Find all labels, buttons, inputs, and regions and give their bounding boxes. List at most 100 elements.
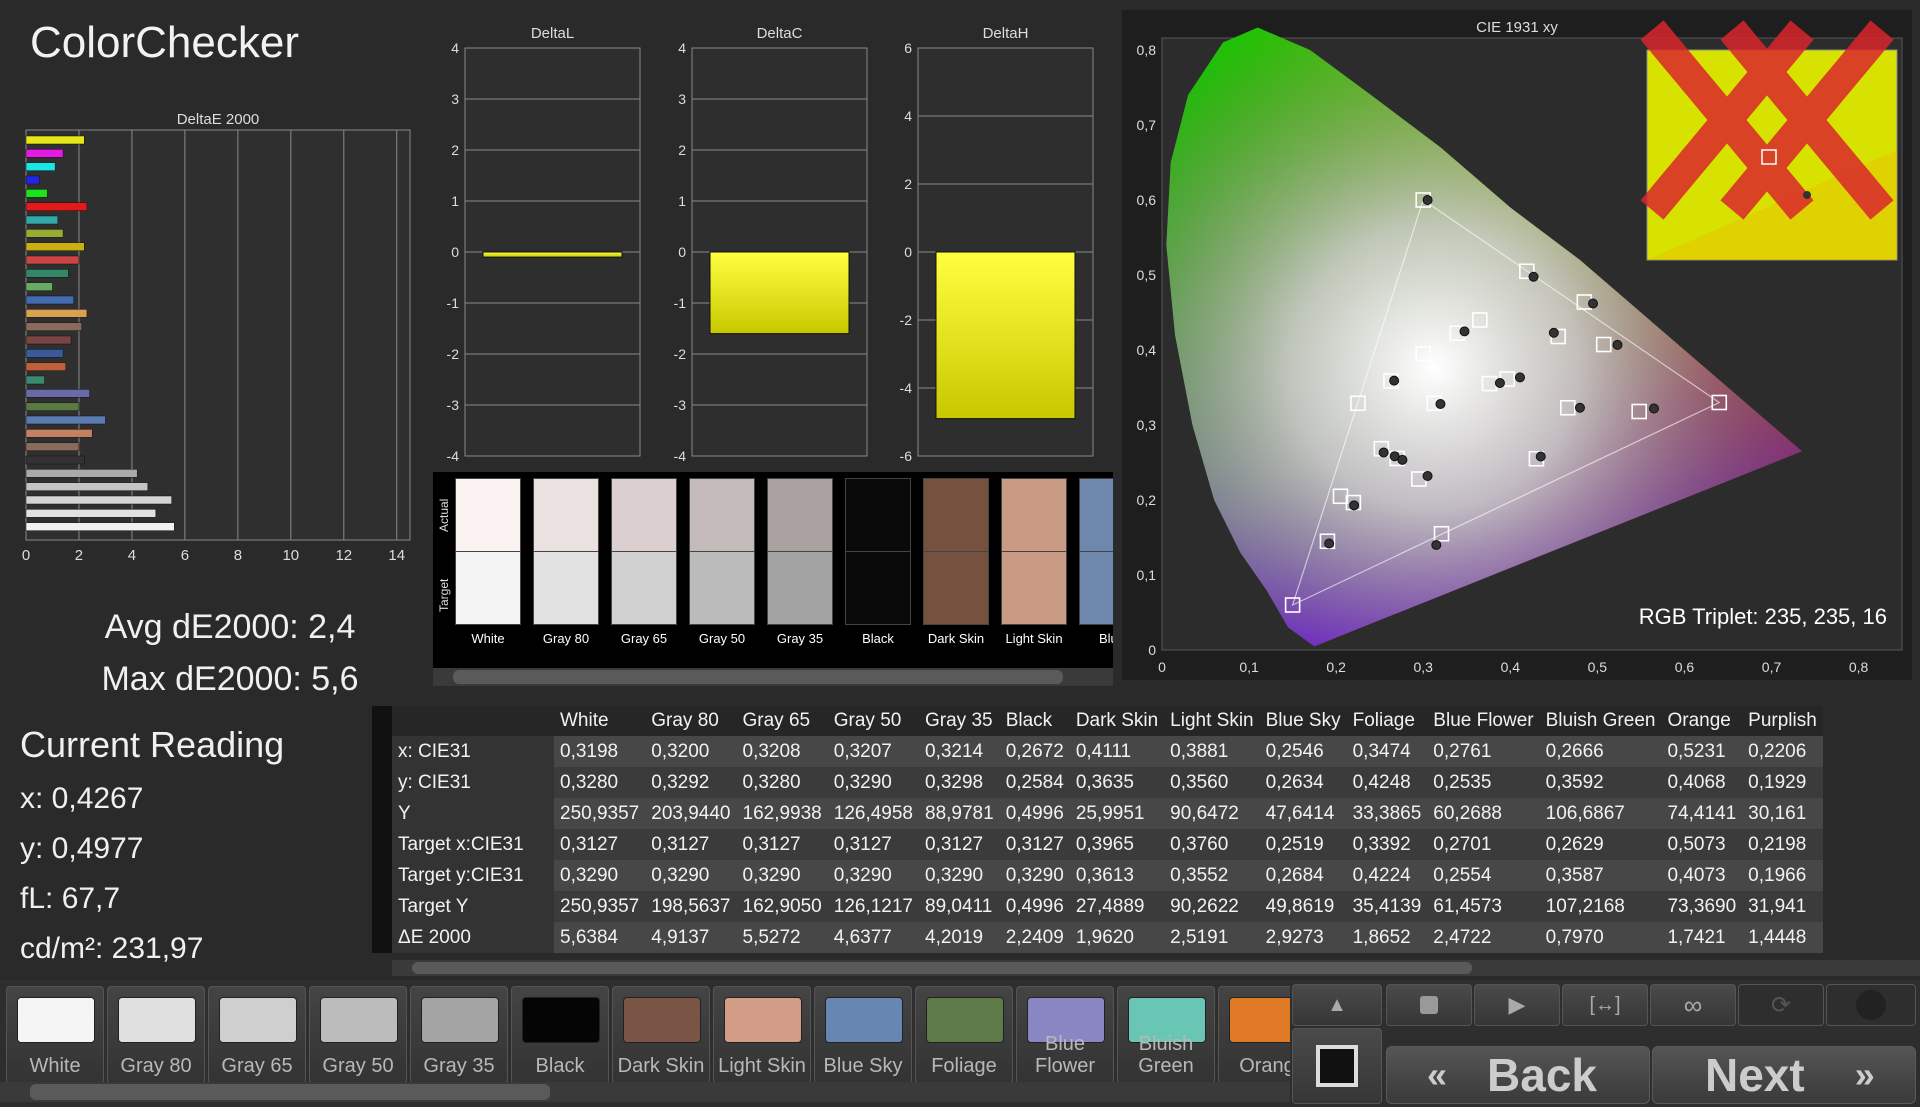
chevron-right-icon: »	[1854, 1054, 1875, 1095]
deltae-bar	[25, 282, 53, 291]
patch-button-foliage[interactable]: Foliage	[915, 986, 1013, 1084]
deltae-tick-label: 14	[388, 547, 405, 564]
table-cell: 0,3760	[1164, 829, 1260, 860]
patch-button-white[interactable]: White	[6, 986, 104, 1084]
table-cell: 31,941	[1742, 891, 1823, 922]
patch-label: Blue Flower	[1034, 1033, 1095, 1077]
table-cell: 5,5272	[736, 922, 828, 953]
patch-scroll-thumb[interactable]	[30, 1084, 550, 1100]
table-col-header: Purplish	[1742, 706, 1823, 736]
cie-x-tick: 0,3	[1413, 659, 1433, 675]
delta-charts: DeltaL 4 3 2 1 0 -1 -2 -3 -4 DeltaC 4 3 2 1 0 -1 -2 -3 -4 De…	[447, 25, 1094, 464]
patch-chip	[825, 997, 903, 1043]
delta-tick-label: 3	[451, 91, 459, 107]
delta-title: DeltaH	[983, 25, 1029, 42]
table-cell: 0,3198	[554, 736, 646, 767]
table-cell: 250,9357	[554, 891, 646, 922]
scroll-up-button[interactable]: ▲	[1292, 984, 1382, 1026]
table-cell: 0,2634	[1259, 767, 1347, 798]
swatch-target	[1079, 552, 1113, 625]
patch-button-gray-50[interactable]: Gray 50	[309, 986, 407, 1084]
table-scroll-thumb[interactable]	[412, 962, 1472, 974]
play-button[interactable]: ▶	[1474, 984, 1560, 1026]
patch-button-gray-35[interactable]: Gray 35	[410, 986, 508, 1084]
table-cell: 89,0411	[919, 891, 1000, 922]
record-button[interactable]	[1826, 984, 1916, 1026]
table-cell: 0,7970	[1539, 922, 1662, 953]
loop-button[interactable]: ∞	[1650, 984, 1736, 1026]
delta-tick-label: -1	[674, 295, 687, 311]
refresh-icon: ⟳	[1770, 991, 1792, 1019]
cie-zoom-actual	[1803, 191, 1811, 199]
swatch-actual	[923, 478, 989, 552]
table-col-header: Foliage	[1346, 706, 1428, 736]
table-col-header: Dark Skin	[1069, 706, 1165, 736]
next-button[interactable]: Next »	[1652, 1046, 1916, 1104]
refresh-button[interactable]: ⟳	[1738, 984, 1824, 1026]
play-icon: ▶	[1508, 992, 1526, 1017]
stop-button[interactable]	[1386, 984, 1472, 1026]
table-cell: 5,6384	[554, 922, 646, 953]
table-cell: 0,4068	[1661, 767, 1743, 798]
deltae-tick-label: 8	[234, 547, 242, 564]
table-row-header-col	[392, 706, 554, 736]
table-cell: 1,8652	[1346, 922, 1428, 953]
table-cell: 0,1966	[1742, 860, 1823, 891]
deltae-bar	[25, 375, 45, 385]
deltae-bar	[25, 202, 88, 211]
reading-cdm2: cd/m²: 231,97	[20, 932, 204, 965]
back-button[interactable]: « Back	[1386, 1046, 1650, 1104]
table-cell: 0,2629	[1539, 829, 1662, 860]
table-cell: 49,8619	[1259, 891, 1347, 922]
deltae-bar	[25, 215, 59, 225]
patch-button-black[interactable]: Black	[511, 986, 609, 1084]
table-cell: 73,3690	[1661, 891, 1743, 922]
table-cell: 0,3881	[1164, 736, 1260, 767]
table-cell: 0,3592	[1539, 767, 1662, 798]
delta-tick-label: 0	[904, 244, 912, 260]
patch-button-orang[interactable]: Orang	[1218, 986, 1290, 1084]
cie-actual-marker	[1535, 451, 1546, 462]
deltae-plot-area	[25, 129, 411, 541]
deltae-bar	[25, 402, 80, 411]
cie-title: CIE 1931 xy	[1476, 19, 1558, 36]
swatch-scrollbar[interactable]	[433, 668, 1113, 686]
table-col-header: Bluish Green	[1539, 706, 1662, 736]
deltae-bar	[25, 309, 88, 318]
table-col-header: Black	[999, 706, 1070, 736]
swatch-actual	[1079, 478, 1113, 552]
row-marker	[372, 922, 392, 953]
table-row-label: Target x:CIE31	[392, 829, 554, 860]
patch-button-blue-flower[interactable]: Blue Flower	[1016, 986, 1114, 1084]
table-cell: 4,2019	[919, 922, 1000, 953]
patch-chip	[320, 997, 398, 1043]
patch-button-gray-65[interactable]: Gray 65	[208, 986, 306, 1084]
table-cell: 0,3292	[645, 767, 737, 798]
table-cell: 0,3127	[645, 829, 737, 860]
table-cell: 0,3552	[1164, 860, 1260, 891]
cie-x-tick: 0,5	[1588, 659, 1608, 675]
patch-button-blue-sky[interactable]: Blue Sky	[814, 986, 912, 1084]
patch-button-gray-80[interactable]: Gray 80	[107, 986, 205, 1084]
chevron-up-icon: ▲	[1327, 993, 1347, 1016]
table-cell: 0,2554	[1427, 860, 1540, 891]
row-marker	[372, 829, 392, 860]
cie-y-tick: 0,7	[1137, 117, 1157, 133]
patch-button-bluish-green[interactable]: Bluish Green	[1117, 986, 1215, 1084]
reading-x: x: 0,4267	[20, 782, 144, 815]
stop-measure-button[interactable]	[1292, 1028, 1382, 1104]
table-cell: 0,3127	[736, 829, 828, 860]
cie-y-tick: 0,1	[1137, 567, 1157, 583]
patch-button-light-skin[interactable]: Light Skin	[713, 986, 811, 1084]
patch-scrollbar[interactable]	[0, 1082, 1290, 1102]
deltae-bar	[25, 429, 93, 438]
table-scrollbar[interactable]	[392, 960, 1920, 976]
patch-button-dark-skin[interactable]: Dark Skin	[612, 986, 710, 1084]
swatch-scroll-thumb[interactable]	[453, 670, 1063, 684]
patch-chip	[623, 997, 701, 1043]
table-row-label: y: CIE31	[392, 767, 554, 798]
fit-button[interactable]: [↔]	[1562, 984, 1648, 1026]
table-col-header: Gray 80	[645, 706, 737, 736]
swatch-target	[767, 552, 833, 625]
deltae-bar	[25, 495, 172, 505]
